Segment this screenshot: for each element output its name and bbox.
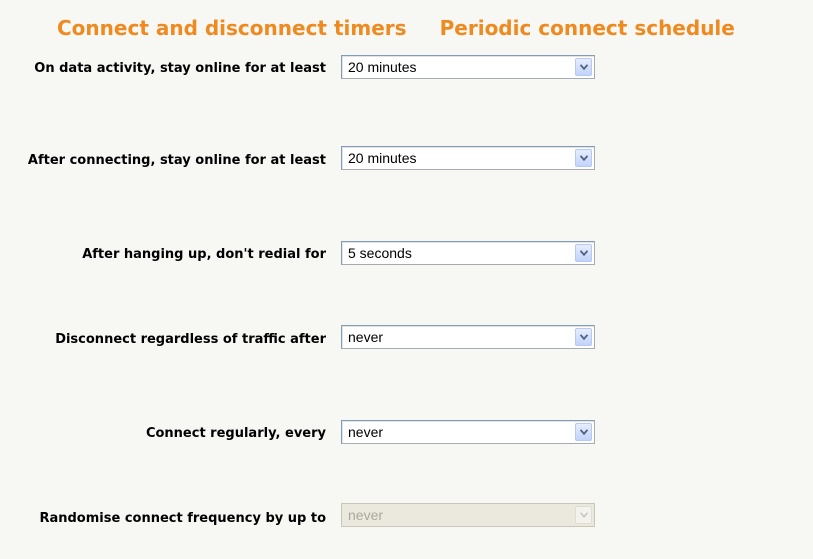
chevron-down-icon — [580, 250, 588, 256]
select-randomise-frequency: never — [341, 503, 595, 527]
label-randomise-frequency: Randomise connect frequency by up to — [39, 511, 326, 526]
chevron-down-icon — [580, 512, 588, 518]
dropdown-button[interactable] — [575, 58, 592, 76]
dropdown-button[interactable] — [575, 149, 592, 167]
label-data-activity-online: On data activity, stay online for at lea… — [34, 61, 326, 76]
chevron-down-icon — [580, 155, 588, 161]
select-value: 20 minutes — [348, 59, 417, 75]
section-headers: Connect and disconnect timers Periodic c… — [57, 14, 735, 42]
select-no-redial[interactable]: 5 seconds — [341, 241, 595, 265]
label-no-redial: After hanging up, don't redial for — [82, 247, 326, 262]
label-connect-regularly: Connect regularly, every — [145, 426, 326, 441]
dropdown-button[interactable] — [575, 423, 592, 441]
chevron-down-icon — [580, 64, 588, 70]
select-value: 5 seconds — [348, 245, 412, 261]
label-disconnect-regardless: Disconnect regardless of traffic after — [55, 332, 326, 347]
select-value: 20 minutes — [348, 150, 417, 166]
dropdown-button[interactable] — [575, 328, 592, 346]
select-after-connecting-online[interactable]: 20 minutes — [341, 146, 595, 170]
select-value: never — [348, 507, 384, 523]
select-data-activity-online[interactable]: 20 minutes — [341, 55, 595, 79]
chevron-down-icon — [580, 429, 588, 435]
settings-page: Connect and disconnect timers Periodic c… — [0, 0, 813, 559]
chevron-down-icon — [580, 334, 588, 340]
select-connect-regularly[interactable]: never — [341, 420, 595, 444]
dropdown-button[interactable] — [575, 244, 592, 262]
select-value: never — [348, 424, 384, 440]
dropdown-button — [575, 506, 592, 524]
select-value: never — [348, 329, 384, 345]
label-after-connecting-online: After connecting, stay online for at lea… — [27, 153, 326, 168]
tab-periodic-connect-schedule[interactable]: Periodic connect schedule — [440, 14, 735, 42]
select-disconnect-regardless[interactable]: never — [341, 325, 595, 349]
tab-connect-disconnect-timers[interactable]: Connect and disconnect timers — [57, 14, 407, 42]
